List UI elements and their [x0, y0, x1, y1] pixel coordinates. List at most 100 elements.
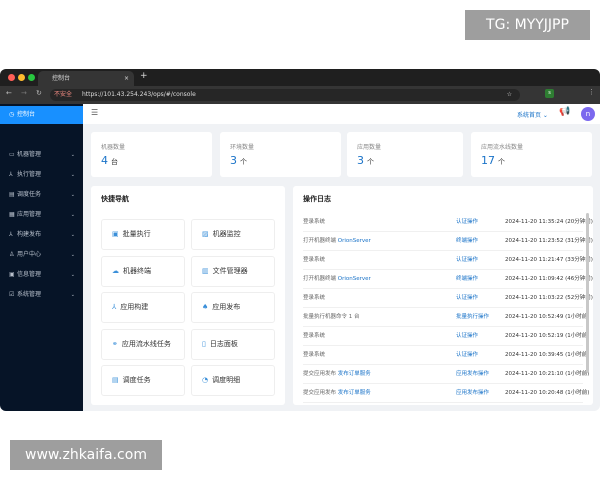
tab-bar: 控制台 × + [0, 69, 600, 86]
maximize-window-button[interactable] [28, 74, 35, 81]
info-icon: ▣ [9, 271, 15, 278]
log-type-link[interactable]: 认证操作 [456, 213, 478, 232]
log-target-link[interactable]: 发布订单服务 [338, 371, 371, 377]
log-scrollbar[interactable] [586, 213, 589, 373]
chevron-down-icon: ⌄ [70, 212, 75, 218]
log-type-link[interactable]: 应用发布操作 [456, 384, 489, 403]
dashboard-icon: ◷ [9, 111, 15, 118]
sidebar-item[interactable]: ⅄ 构建发布 ⌄ [0, 226, 83, 244]
quick-nav-button[interactable]: ▯ 日志面板 [191, 328, 275, 360]
monitor-icon: ▭ [9, 151, 15, 158]
close-window-button[interactable] [8, 74, 15, 81]
quick-nav-button[interactable]: ▨ 机器监控 [191, 219, 275, 250]
sidebar-item[interactable]: ▤ 调度任务 ⌄ [0, 186, 83, 204]
chart-icon: ▨ [202, 230, 209, 238]
tg-watermark: TG: MYYJJPP [465, 10, 590, 40]
quick-nav-button[interactable]: ▣ 批量执行 [101, 219, 185, 250]
quick-nav-button[interactable]: ⚭ 应用流水线任务 [101, 328, 185, 360]
quick-nav-button[interactable]: ◔ 调度明细 [191, 365, 275, 396]
log-type-link[interactable]: 认证操作 [456, 346, 478, 365]
user-icon: ♙ [9, 251, 15, 258]
sidebar-item[interactable]: ▦ 应用管理 ⌄ [0, 206, 83, 224]
minimize-window-button[interactable] [18, 74, 25, 81]
menu-icon[interactable]: ⋮ [588, 88, 595, 96]
sidebar-item[interactable]: ▣ 信息管理 ⌄ [0, 266, 83, 284]
quick-nav-button[interactable]: ⅄ 应用构建 [101, 292, 185, 323]
calendar-icon: ▤ [112, 376, 119, 384]
log-type-link[interactable]: 认证操作 [456, 251, 478, 270]
log-target-link[interactable]: OrionServer [338, 276, 371, 282]
build-icon: ⅄ [112, 303, 117, 311]
operation-log-title: 操作日志 [303, 195, 331, 203]
log-row: 打开机器终端 OrionServer 终端操作 2024-11-20 11:09:4… [303, 270, 593, 289]
home-menu-dropdown[interactable]: 系统首页 ⌄ [517, 110, 548, 119]
sidebar-item[interactable]: ☑ 系统管理 ⌄ [0, 286, 83, 304]
log-row: 提交应用发布 发布订单服务 应用发布操作 2024-11-20 10:20:48 (… [303, 384, 589, 403]
rocket-icon: ♠ [202, 303, 209, 311]
forward-icon[interactable]: → [21, 89, 27, 97]
log-row: 批量执行机器命令 1 台 批量执行操作 2024-11-20 10:52:49 (… [303, 308, 589, 327]
chevron-down-icon: ⌄ [70, 292, 75, 298]
quick-nav-panel: 快捷导航 ▣ 批量执行 ▨ 机器监控 ☁ 机器终端 ▥ 文件管理器 ⅄ 应用构建 ♠ 应用发布 ⚭ 应用流… [91, 186, 285, 405]
user-avatar[interactable]: n [581, 107, 595, 121]
insecure-badge[interactable]: 不安全 [54, 91, 72, 98]
browser-tab[interactable]: 控制台 × [38, 71, 134, 86]
sidebar-item[interactable]: ◷ 控制台 [0, 106, 83, 124]
reload-icon[interactable]: ↻ [36, 89, 42, 97]
settings-icon: ☑ [9, 291, 15, 298]
bookmark-star-icon[interactable]: ☆ [507, 89, 512, 101]
back-icon[interactable]: ← [6, 89, 12, 97]
sidebar-item[interactable]: ⅄ 执行管理 ⌄ [0, 166, 83, 184]
quick-nav-button[interactable]: ♠ 应用发布 [191, 292, 275, 323]
chevron-down-icon: ⌄ [70, 232, 75, 238]
log-row: 登录系统 认证操作 2024-11-20 11:35:24 (20分钟前) [303, 213, 593, 232]
top-header: ☰ 系统首页 ⌄ 📢 n [83, 104, 600, 124]
quick-nav-button[interactable]: ▤ 调度任务 [101, 365, 185, 396]
chevron-down-icon: ⌄ [70, 192, 75, 198]
log-type-link[interactable]: 终端操作 [456, 232, 478, 251]
log-type-link[interactable]: 认证操作 [456, 289, 478, 308]
terminal-icon: ▣ [112, 230, 119, 238]
quick-nav-button[interactable]: ☁ 机器终端 [101, 255, 185, 287]
quick-nav-button[interactable]: ▥ 文件管理器 [191, 255, 275, 287]
stat-card: 机器数量 4 台 [91, 132, 212, 177]
url-bar[interactable]: 不安全 https://101.43.254.243/ops/#/console… [50, 89, 520, 101]
address-bar-row: ← → ↻ 不安全 https://101.43.254.243/ops/#/c… [0, 86, 600, 104]
log-type-link[interactable]: 批量执行操作 [456, 308, 489, 327]
calendar-icon: ▤ [9, 191, 15, 198]
log-type-link[interactable]: 认证操作 [456, 327, 478, 346]
log-row: 登录系统 认证操作 2024-11-20 10:39:45 (1小时前) [303, 346, 589, 365]
log-target-link[interactable]: OrionServer [338, 238, 371, 244]
log-type-link[interactable]: 终端操作 [456, 270, 478, 289]
stat-card: 应用数量 3 个 [347, 132, 463, 177]
chevron-down-icon: ⌄ [70, 152, 75, 158]
stat-card: 应用流水线数量 17 个 [471, 132, 592, 177]
log-type-link[interactable]: 应用发布操作 [456, 365, 489, 384]
close-tab-icon[interactable]: × [124, 71, 129, 86]
log-target-link[interactable]: 发布订单服务 [338, 390, 371, 396]
chevron-down-icon: ⌄ [70, 252, 75, 258]
link-icon: ⚭ [112, 339, 118, 348]
site-watermark: www.zhkaifa.com [10, 440, 162, 470]
chevron-down-icon: ⌄ [70, 172, 75, 178]
log-row: 打开机器终端 OrionServer 终端操作 2024-11-20 11:23:5… [303, 232, 593, 251]
folder-icon: ▥ [202, 266, 209, 275]
profile-avatar[interactable]: s [545, 89, 554, 98]
browser-window: 控制台 × + ← → ↻ 不安全 https://101.43.254.243/… [0, 69, 600, 411]
sidebar-item[interactable]: ▭ 机器管理 ⌄ [0, 146, 83, 164]
gauge-icon: ◔ [202, 376, 209, 384]
collapse-menu-icon[interactable]: ☰ [91, 108, 98, 117]
notification-icon[interactable]: 📢 [559, 107, 570, 117]
new-tab-button[interactable]: + [140, 71, 148, 81]
operation-log-panel: 操作日志 登录系统 认证操作 2024-11-20 11:35:24 (20分钟前… [293, 186, 593, 405]
log-row: 登录系统 认证操作 2024-11-20 10:52:19 (1小时前) [303, 327, 589, 346]
cluster-icon: ⅄ [9, 171, 13, 178]
log-row: 提交应用发布 发布订单服务 应用发布操作 2024-11-20 10:21:10 (… [303, 365, 589, 384]
sidebar-item[interactable]: ♙ 用户中心 ⌄ [0, 246, 83, 264]
cloud-icon: ☁ [112, 266, 119, 275]
quick-nav-title: 快捷导航 [101, 195, 129, 203]
build-icon: ⅄ [9, 231, 13, 238]
stat-card: 环境数量 3 个 [220, 132, 341, 177]
log-icon: ▯ [202, 339, 206, 348]
app-icon: ▦ [9, 211, 15, 218]
